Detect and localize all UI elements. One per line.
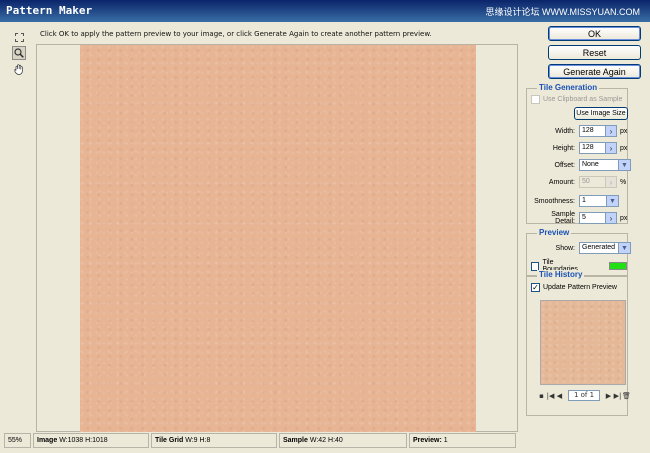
rectangular-marquee-icon[interactable]: [12, 30, 26, 44]
next-icon[interactable]: ▶: [604, 392, 613, 400]
boundary-color-swatch[interactable]: [609, 262, 627, 270]
status-bar: 55% Image W:1038 H:1018 Tile Grid W:9 H:…: [4, 433, 518, 448]
offset-row: Offset: None ▼: [531, 159, 631, 171]
tile-generation-group: Tile Generation Use Clipboard as Sample …: [526, 83, 631, 225]
width-row: Width: 128 › px: [531, 125, 627, 137]
preview-info: Preview: 1: [409, 433, 516, 448]
preview-title: Preview: [537, 228, 572, 237]
use-clipboard-row: Use Clipboard as Sample: [531, 95, 622, 104]
watermark: 思缘设计论坛 WWW.MISSYUAN.COM: [485, 7, 641, 17]
chevron-down-icon[interactable]: ▼: [619, 159, 631, 171]
sample-size: W:42 H:40: [309, 437, 343, 444]
amount-unit: %: [620, 178, 627, 186]
hand-icon[interactable]: [12, 62, 26, 76]
sample-detail-field[interactable]: 5: [579, 212, 606, 224]
pattern-preview-pane[interactable]: [36, 44, 518, 432]
sample-label: Sample: [283, 437, 308, 444]
chevron-down-icon[interactable]: ▼: [619, 242, 631, 254]
height-unit: px: [620, 144, 628, 152]
sample-detail-row: Sample Detail: 5 › px: [531, 211, 627, 225]
window-title: Pattern Maker: [6, 4, 93, 17]
sample-detail-arrow-icon[interactable]: ›: [606, 212, 617, 224]
zoom-level: 55%: [4, 433, 31, 448]
history-nav: ▪ |◀ ◀ 1 of 1 ▶ ▶| 🗑: [537, 390, 631, 401]
offset-select[interactable]: None: [579, 159, 619, 171]
use-clipboard-label: Use Clipboard as Sample: [543, 96, 623, 103]
show-label: Show:: [555, 244, 575, 252]
tile-grid-size: W:9 H:8: [185, 437, 211, 444]
height-arrow-icon[interactable]: ›: [606, 142, 617, 154]
tile-grid-label: Tile Grid: [155, 437, 184, 444]
prev-icon[interactable]: ◀: [555, 392, 564, 400]
use-image-size-button[interactable]: Use Image Size: [574, 107, 628, 120]
hint-text: Click OK to apply the pattern preview to…: [40, 30, 432, 38]
width-field[interactable]: 128: [579, 125, 606, 137]
update-preview-row: ✓ Update Pattern Preview: [531, 283, 617, 292]
sample-detail-label: Sample Detail:: [551, 211, 575, 225]
update-preview-checkbox[interactable]: ✓: [531, 283, 540, 292]
pattern-maker-window: Click OK to apply the pattern preview to…: [0, 22, 650, 453]
preview-count-label: Preview:: [413, 437, 442, 444]
chevron-down-icon[interactable]: ▼: [607, 195, 619, 207]
sample-detail-unit: px: [620, 214, 628, 222]
use-clipboard-checkbox: [531, 95, 540, 104]
page-field[interactable]: 1 of 1: [568, 390, 600, 401]
ok-button[interactable]: OK: [548, 26, 641, 41]
tile-history-title: Tile History: [537, 270, 585, 279]
tile-grid-info: Tile Grid W:9 H:8: [151, 433, 277, 448]
smoothness-label: Smoothness:: [534, 197, 575, 205]
smoothness-row: Smoothness: 1 ▼: [531, 195, 619, 207]
tile-history-group: Tile History ✓ Update Pattern Preview ▪ …: [526, 270, 631, 416]
last-icon[interactable]: ▶|: [613, 392, 622, 400]
first-icon[interactable]: |◀: [546, 392, 555, 400]
reset-button[interactable]: Reset: [548, 45, 641, 60]
smoothness-select[interactable]: 1: [579, 195, 607, 207]
image-label: Image: [37, 437, 58, 444]
history-thumbnail[interactable]: [540, 300, 626, 385]
height-field[interactable]: 128: [579, 142, 606, 154]
pattern-preview[interactable]: [80, 45, 476, 432]
height-row: Height: 128 › px: [531, 142, 627, 154]
image-info: Image W:1038 H:1018: [33, 433, 149, 448]
trash-icon[interactable]: 🗑: [622, 392, 631, 400]
update-preview-label: Update Pattern Preview: [543, 284, 617, 291]
amount-arrow-icon: ›: [606, 176, 617, 188]
width-label: Width:: [555, 127, 575, 135]
show-row: Show: Generated ▼: [531, 242, 631, 254]
zoom-icon[interactable]: [12, 46, 26, 60]
image-size: W:1038 H:1018: [59, 437, 108, 444]
height-label: Height:: [552, 144, 575, 152]
tile-generation-title: Tile Generation: [537, 83, 600, 92]
sample-info: Sample W:42 H:40: [279, 433, 407, 448]
amount-label: Amount:: [548, 178, 575, 186]
width-unit: px: [620, 127, 628, 135]
offset-label: Offset:: [554, 161, 576, 169]
amount-row: Amount: 50 › %: [531, 176, 626, 188]
tool-strip: [8, 30, 32, 78]
preview-count: 1: [443, 437, 448, 444]
width-arrow-icon[interactable]: ›: [606, 125, 617, 137]
title-bar: Pattern Maker 思缘设计论坛 WWW.MISSYUAN.COM: [0, 0, 650, 22]
save-icon[interactable]: ▪: [537, 392, 546, 400]
amount-field: 50: [579, 176, 606, 188]
show-select[interactable]: Generated: [579, 242, 619, 254]
generate-again-button[interactable]: Generate Again: [548, 64, 641, 79]
